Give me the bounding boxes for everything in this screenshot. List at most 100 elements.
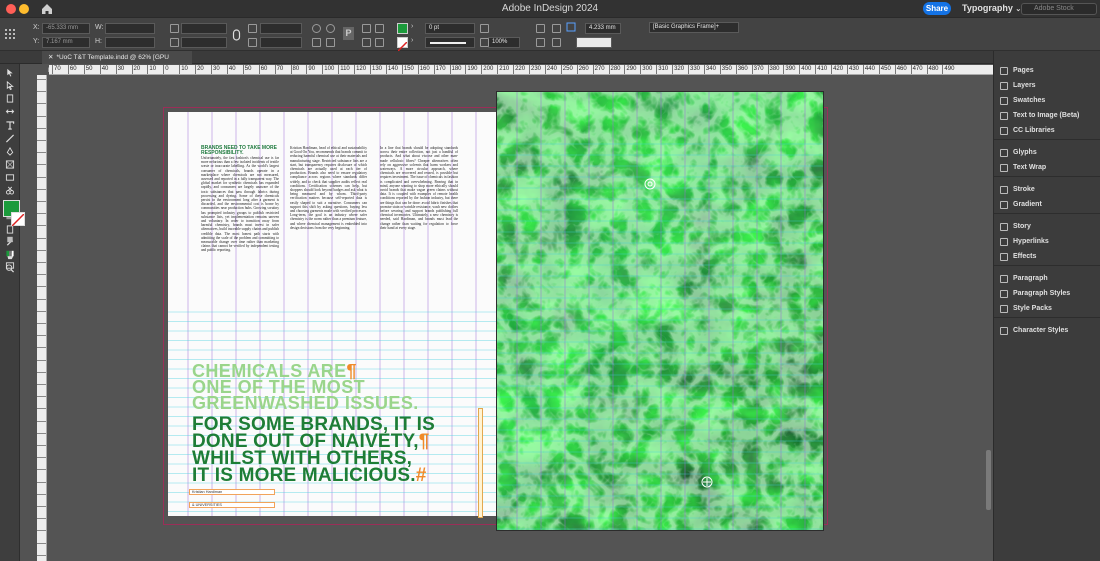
y-field[interactable]: 7.167 mm — [42, 37, 90, 48]
document-canvas[interactable]: BRANDS NEED TO TAKE MORE RESPONSIBILITY.… — [48, 76, 993, 561]
caption-frame[interactable]: & UNIVERSITIES — [189, 502, 275, 508]
byline-frame[interactable]: Kristian Hardiman — [189, 489, 275, 495]
ruler-tick-label: 390 — [785, 66, 796, 72]
panel-text-wrap[interactable]: Text Wrap — [998, 162, 1046, 174]
panel-story[interactable]: Story — [998, 221, 1031, 233]
panel-paragraph-styles[interactable]: Paragraph Styles — [998, 288, 1070, 300]
x-field[interactable]: -65.333 mm — [42, 23, 90, 34]
fill-swatch[interactable] — [397, 23, 408, 34]
scale-x-field[interactable] — [181, 23, 227, 34]
pull-quote-light[interactable]: CHEMICALS ARE¶ ONE OF THE MOST GREENWASH… — [192, 362, 419, 413]
stroke-type-dropdown[interactable] — [425, 37, 475, 48]
body-column-3[interactable]: In a line that brands should be adopting… — [380, 146, 458, 306]
stroke-arrow-icon[interactable]: › — [411, 37, 413, 44]
rotate-field[interactable] — [260, 23, 302, 34]
text-wrap-icon[interactable] — [536, 24, 545, 33]
align-icon[interactable] — [536, 38, 545, 47]
panel-hyperlinks[interactable]: Hyperlinks — [998, 236, 1049, 248]
w-label: W: — [95, 24, 104, 31]
image-anchor-icon[interactable] — [701, 476, 713, 488]
shear-icon[interactable] — [248, 38, 257, 47]
reference-point-icon[interactable] — [4, 28, 16, 40]
ruler-tick-label: 450 — [880, 66, 891, 72]
panel-character-styles[interactable]: Character Styles — [998, 325, 1068, 337]
intro-headline[interactable]: BRANDS NEED TO TAKE MORE RESPONSIBILITY. — [201, 146, 279, 156]
flip-vertical-icon[interactable] — [326, 38, 335, 47]
scale-x-icon[interactable] — [170, 24, 179, 33]
vertical-scrollbar[interactable] — [986, 450, 991, 510]
body-column-2[interactable]: Kristian Hardiman, head of ethical and s… — [290, 146, 367, 311]
screen-mode-icon[interactable] — [5, 261, 15, 270]
rotate-icon[interactable] — [248, 24, 257, 33]
stock-search-input[interactable]: Adobe Stock — [1021, 3, 1097, 15]
w-field[interactable] — [105, 23, 155, 34]
vertical-folio-frame[interactable] — [478, 408, 483, 518]
ruler-tick-mark — [37, 347, 46, 349]
shear-field[interactable] — [260, 37, 302, 48]
ruler-tick-label: 310 — [658, 66, 669, 72]
frame-fitting-icon[interactable] — [552, 24, 561, 33]
corner-options-icon[interactable] — [566, 22, 576, 32]
share-button[interactable]: Share — [923, 2, 951, 15]
type-tool-icon[interactable] — [5, 121, 15, 130]
pen-tool-icon[interactable] — [5, 147, 15, 156]
panel-layers[interactable]: Layers — [998, 80, 1036, 92]
select-next-icon[interactable] — [375, 38, 384, 47]
body-column-1[interactable]: Unfortunately, the fast fashion's chemic… — [201, 156, 279, 341]
left-page[interactable]: BRANDS NEED TO TAKE MORE RESPONSIBILITY.… — [168, 112, 496, 518]
distribute-icon[interactable] — [552, 38, 561, 47]
content-grabber-icon[interactable] — [644, 178, 656, 190]
page-tool-icon[interactable] — [5, 94, 15, 103]
path-icon[interactable]: P — [343, 27, 354, 40]
panel-gradient[interactable]: Gradient — [998, 199, 1042, 211]
close-tab-icon[interactable]: ✕ — [48, 54, 53, 61]
rectangle-tool-icon[interactable] — [5, 173, 15, 182]
opacity-icon[interactable] — [480, 24, 489, 33]
gap-tool-icon[interactable] — [5, 107, 15, 116]
stroke-color-swatch[interactable] — [11, 212, 25, 227]
constrain-proportions-icon[interactable] — [232, 29, 241, 41]
corner-radius-field[interactable]: 4.233 mm — [585, 23, 621, 34]
right-page-image-frame[interactable] — [496, 91, 824, 531]
ruler-tick-label: 420 — [833, 66, 844, 72]
rotate-cw-icon[interactable] — [312, 24, 321, 33]
panel-swatches[interactable]: Swatches — [998, 95, 1045, 107]
panel-effects[interactable]: Effects — [998, 251, 1036, 263]
ruler-tick-mark — [37, 384, 46, 385]
direct-selection-tool-icon[interactable] — [5, 81, 15, 90]
stroke-weight-field[interactable]: 0 pt — [425, 23, 475, 34]
select-content-icon[interactable] — [375, 24, 384, 33]
panel-pages[interactable]: Pages — [998, 65, 1034, 77]
flip-horizontal-icon[interactable] — [312, 38, 321, 47]
select-container-icon[interactable] — [362, 24, 371, 33]
formatting-container-icon[interactable] — [5, 235, 15, 244]
horizontal-ruler[interactable]: 70 60 50 40 30 20 10 0 10 20 30 40 50 60 70 80 90 100 110 1… — [49, 65, 993, 75]
gradient-feather-field[interactable] — [576, 37, 612, 48]
pull-light-line-3: GREENWASHED ISSUES. — [192, 393, 419, 413]
scale-y-icon[interactable] — [170, 38, 179, 47]
pull-quote-dark[interactable]: FOR SOME BRANDS, IT IS DONE OUT OF NAIVE… — [192, 415, 435, 485]
object-style-dropdown[interactable]: [Basic Graphics Frame]+ — [649, 22, 739, 33]
fill-arrow-icon[interactable]: › — [411, 23, 413, 30]
panel-paragraph[interactable]: Paragraph — [998, 273, 1048, 285]
select-previous-icon[interactable] — [362, 38, 371, 47]
scale-field[interactable]: 100% — [488, 37, 520, 48]
rectangle-frame-tool-icon[interactable] — [5, 160, 15, 169]
h-field[interactable] — [105, 37, 155, 48]
scissors-tool-icon[interactable] — [5, 186, 15, 195]
rotate-ccw-icon[interactable] — [326, 24, 335, 33]
panel-text-to-image-beta[interactable]: Text to Image (Beta) — [998, 110, 1079, 122]
apply-color-icon[interactable] — [5, 249, 15, 258]
workspace-switcher[interactable]: Typography ⌄ — [962, 3, 1021, 13]
panel-style-packs[interactable]: Style Packs — [998, 303, 1052, 315]
panel-glyphs[interactable]: Glyphs — [998, 147, 1037, 159]
panel-cc-libraries[interactable]: CC Libraries — [998, 125, 1055, 137]
scale-y-field[interactable] — [181, 37, 227, 48]
stroke-swatch[interactable] — [397, 37, 408, 52]
vertical-ruler[interactable] — [37, 75, 47, 561]
panel-stroke[interactable]: Stroke — [998, 184, 1035, 196]
selection-tool-icon[interactable] — [5, 68, 15, 77]
line-tool-icon[interactable] — [5, 134, 15, 143]
effects-icon[interactable] — [480, 38, 489, 47]
document-tab[interactable]: ✕*UoC T&T Template.indd @ 62% [GPU Previ… — [42, 51, 192, 74]
